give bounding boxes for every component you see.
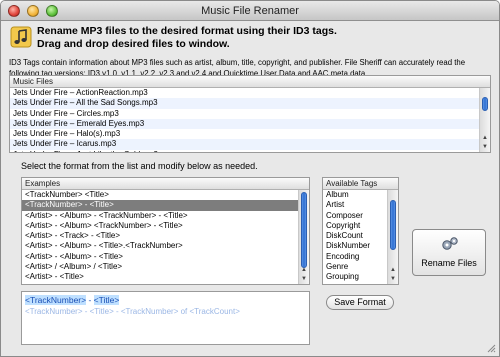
rename-files-button[interactable]: Rename Files: [412, 229, 486, 276]
available-tags-list[interactable]: Available Tags Album Artist Composer Copyri…: [322, 177, 399, 285]
music-files-scrollbar[interactable]: ▲ ▼: [479, 88, 490, 152]
gears-icon: [442, 237, 458, 250]
examples-list[interactable]: Examples <TrackNumber> <Title> <TrackNumb…: [21, 177, 310, 285]
available-tags-header: Available Tags: [323, 178, 398, 190]
format-ghost-text: <TrackNumber> - <Title> - <TrackNumber> …: [25, 307, 240, 316]
format-separator: -: [86, 295, 94, 305]
scroll-up-arrow-icon[interactable]: ▲: [389, 266, 397, 274]
example-list-item[interactable]: <Artist> / <Album> / <Title>: [22, 262, 309, 272]
resize-grip-icon[interactable]: [486, 343, 496, 353]
music-files-list[interactable]: Music Files Jets Under Fire – ActionReac…: [9, 75, 491, 153]
format-editor[interactable]: <TrackNumber> - <Title> <TrackNumber> - …: [21, 291, 310, 345]
scroll-up-arrow-icon[interactable]: ▲: [300, 266, 308, 274]
format-prompt: Select the format from the list and modi…: [21, 161, 258, 171]
header-subtitle: Drag and drop desired files to window.: [37, 38, 230, 50]
format-token: <Title>: [93, 295, 120, 305]
format-token: <TrackNumber>: [25, 295, 87, 305]
scroll-thumb[interactable]: [390, 200, 396, 250]
example-list-item[interactable]: <TrackNumber> <Title>: [22, 190, 309, 200]
examples-header: Examples: [22, 178, 309, 190]
scroll-down-arrow-icon[interactable]: ▼: [389, 275, 397, 283]
file-list-item[interactable]: Jets Under Fire – Icarus.mp3: [10, 139, 490, 150]
example-list-item[interactable]: <Artist> - <Album> - <Title>: [22, 252, 309, 262]
scroll-down-arrow-icon[interactable]: ▼: [481, 143, 489, 151]
examples-scrollbar[interactable]: ▲ ▼: [298, 190, 309, 284]
file-list-item[interactable]: Jets Under Fire – All the Sad Songs.mp3: [10, 98, 490, 109]
rename-files-label: Rename Files: [421, 258, 477, 268]
example-list-item[interactable]: <Artist> - <Album> - <Title>.<TrackNumbe…: [22, 241, 309, 251]
file-list-item[interactable]: Jets Under Fire – Halo(s).mp3: [10, 129, 490, 139]
music-note-icon: [10, 26, 32, 48]
header-title: Rename MP3 files to the desired format u…: [37, 25, 337, 37]
file-list-item[interactable]: Jets Under Fire – Circles.mp3: [10, 109, 490, 119]
file-list-item[interactable]: Jets Under Fire – Just Like the Cold.mp3: [10, 150, 490, 152]
scroll-up-arrow-icon[interactable]: ▲: [481, 134, 489, 142]
file-list-item[interactable]: Jets Under Fire – Emerald Eyes.mp3: [10, 118, 490, 130]
window-title: Music File Renamer: [201, 5, 299, 17]
example-list-item[interactable]: <Artist> - <Album> - <TrackNumber> - <Ti…: [22, 211, 309, 221]
example-list-item[interactable]: <Artist> - <Title> - <TrackNumber> of <T…: [22, 283, 309, 284]
example-list-item[interactable]: <Artist> - <Track> - <Title>: [22, 231, 309, 241]
app-window: Music File Renamer Rename MP3 files to t…: [0, 0, 500, 357]
example-list-item[interactable]: <Artist> - <Title>: [22, 272, 309, 282]
example-list-item[interactable]: <Artist> - <Album> <TrackNumber> - <Titl…: [22, 221, 309, 231]
scroll-down-arrow-icon[interactable]: ▼: [300, 275, 308, 283]
title-bar: Music File Renamer: [1, 1, 499, 21]
example-list-item[interactable]: <TrackNumber> - <Title>: [22, 200, 309, 211]
music-files-header: Music Files: [10, 76, 490, 88]
file-list-item[interactable]: Jets Under Fire – ActionReaction.mp3: [10, 88, 490, 98]
tags-scrollbar[interactable]: ▲ ▼: [387, 190, 398, 284]
scroll-thumb[interactable]: [301, 192, 307, 268]
scroll-thumb[interactable]: [482, 97, 488, 111]
save-format-button[interactable]: Save Format: [326, 295, 394, 310]
